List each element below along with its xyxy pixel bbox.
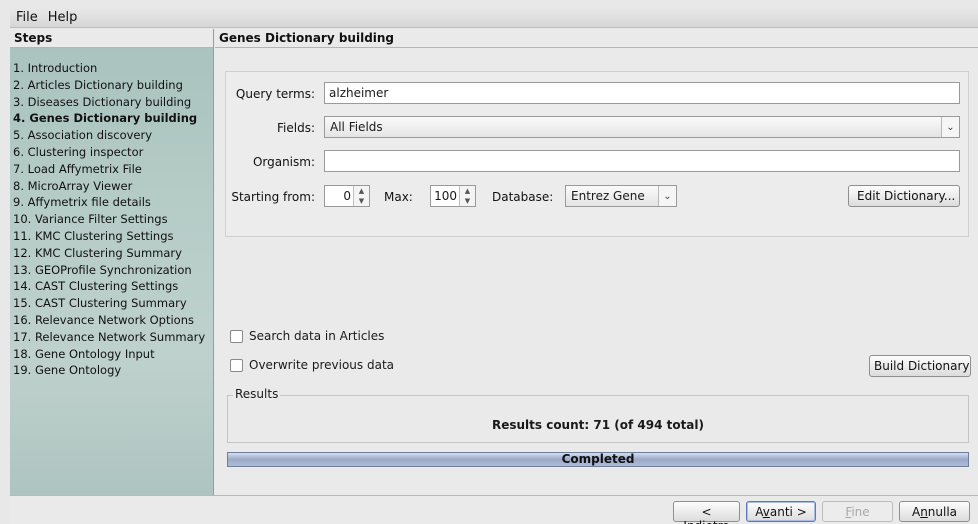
query-form: Query terms: alzheimer Fields: All Field…: [225, 71, 969, 237]
main-panel: Genes Dictionary building Query terms: a…: [215, 29, 978, 495]
back-prefix: <: [701, 505, 712, 519]
max-value: 100: [434, 189, 457, 203]
step-item[interactable]: 9. Affymetrix file details: [13, 194, 213, 211]
chevron-down-icon: ⌄: [941, 117, 959, 137]
spin-down-icon[interactable]: ▼: [460, 196, 475, 206]
step-item[interactable]: 18. Gene Ontology Input: [13, 346, 213, 363]
spin-down-icon[interactable]: ▼: [354, 196, 369, 206]
starting-from-label: Starting from:: [231, 190, 315, 204]
search-articles-checkbox[interactable]: Search data in Articles: [230, 329, 384, 343]
starting-from-spinner[interactable]: 0 ▲ ▼: [324, 185, 370, 207]
next-rest: anti >: [769, 505, 807, 519]
chevron-down-icon: ⌄: [658, 186, 676, 206]
next-mnemonic: v: [762, 505, 770, 519]
menu-bar: File Help: [10, 7, 978, 28]
build-dictionary-button[interactable]: Build Dictionary: [869, 355, 971, 377]
overwrite-checkbox[interactable]: Overwrite previous data: [230, 358, 394, 372]
fields-select[interactable]: All Fields ⌄: [324, 116, 960, 138]
progress-bar: Completed: [227, 452, 969, 467]
steps-header: Steps: [10, 29, 213, 48]
fields-select-value: All Fields: [330, 120, 383, 134]
step-item[interactable]: 1. Introduction: [13, 60, 213, 77]
step-item[interactable]: 7. Load Affymetrix File: [13, 161, 213, 178]
database-select[interactable]: Entrez Gene ⌄: [565, 185, 677, 207]
spin-up-icon[interactable]: ▲: [354, 186, 369, 196]
search-articles-label: Search data in Articles: [249, 329, 385, 343]
cancel-mnemonic: n: [920, 505, 928, 519]
step-item[interactable]: 3. Diseases Dictionary building: [13, 94, 213, 111]
step-item[interactable]: 12. KMC Clustering Summary: [13, 245, 213, 262]
step-item[interactable]: 14. CAST Clustering Settings: [13, 278, 213, 295]
checkbox-box[interactable]: [230, 358, 243, 372]
step-item[interactable]: 8. MicroArray Viewer: [13, 178, 213, 195]
results-group: Results Results count: 71 (of 494 total): [227, 387, 969, 443]
step-item[interactable]: 19. Gene Ontology: [13, 362, 213, 379]
results-title: Results: [233, 387, 281, 401]
step-item[interactable]: 6. Clustering inspector: [13, 144, 213, 161]
cancel-button[interactable]: Annulla: [899, 501, 970, 522]
step-item[interactable]: 13. GEOProfile Synchronization: [13, 262, 213, 279]
steps-sidebar: Steps 1. Introduction 2. Articles Diction…: [10, 29, 214, 495]
step-item[interactable]: 5. Association discovery: [13, 127, 213, 144]
step-item[interactable]: 4. Genes Dictionary building: [13, 110, 213, 127]
step-item[interactable]: 17. Relevance Network Summary: [13, 329, 213, 346]
step-item[interactable]: 10. Variance Filter Settings: [13, 211, 213, 228]
progress-text: Completed: [561, 452, 635, 466]
cancel-prefix: A: [911, 505, 921, 519]
checkbox-box[interactable]: [230, 329, 243, 343]
back-button[interactable]: < Indietro: [673, 501, 740, 524]
steps-list: 1. Introduction 2. Articles Dictionary bu…: [10, 48, 213, 379]
query-terms-label: Query terms:: [235, 87, 315, 101]
organism-input[interactable]: [324, 150, 960, 172]
max-spinner[interactable]: 100 ▲ ▼: [430, 185, 476, 207]
finish-rest: ine: [851, 505, 870, 519]
next-prefix: A: [755, 505, 763, 519]
menu-file[interactable]: File: [16, 10, 38, 25]
step-item[interactable]: 2. Articles Dictionary building: [13, 77, 213, 94]
step-item[interactable]: 15. CAST Clustering Summary: [13, 295, 213, 312]
next-button[interactable]: Avanti >: [746, 501, 816, 522]
finish-button: Fine: [822, 501, 893, 522]
cancel-rest: nulla: [927, 505, 958, 519]
max-label: Max:: [384, 190, 413, 204]
spin-up-icon[interactable]: ▲: [460, 186, 475, 196]
organism-label: Organism:: [252, 155, 315, 169]
edit-dictionary-button[interactable]: Edit Dictionary...: [848, 185, 960, 207]
menu-help[interactable]: Help: [48, 10, 78, 25]
database-select-value: Entrez Gene: [571, 189, 645, 203]
wizard-footer: < Indietro Avanti > Fine Annulla: [10, 495, 978, 524]
starting-from-value: 0: [343, 189, 351, 203]
results-count: Results count: 71 (of 494 total): [491, 418, 705, 432]
fields-label: Fields:: [277, 121, 315, 135]
overwrite-label: Overwrite previous data: [249, 358, 394, 372]
page-title: Genes Dictionary building: [215, 29, 978, 48]
database-label: Database:: [492, 190, 554, 204]
back-rest: ndietro: [687, 519, 730, 524]
step-item[interactable]: 11. KMC Clustering Settings: [13, 228, 213, 245]
query-terms-input[interactable]: alzheimer: [324, 82, 960, 104]
step-item[interactable]: 16. Relevance Network Options: [13, 312, 213, 329]
